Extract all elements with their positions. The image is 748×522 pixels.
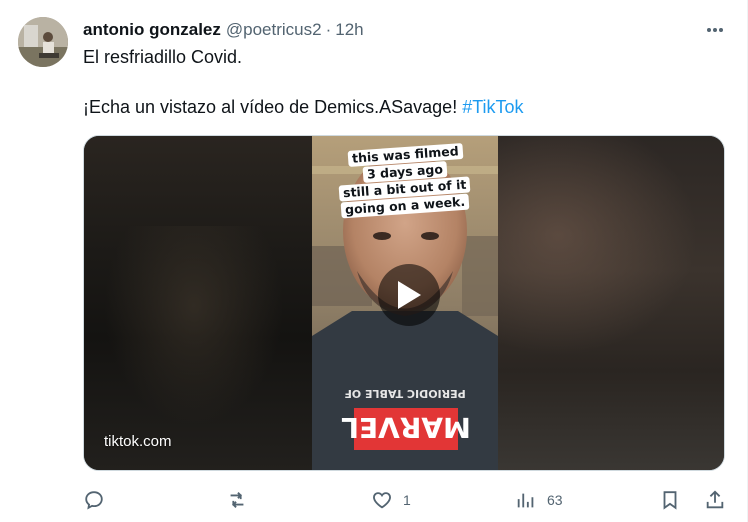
repost-icon	[230, 492, 244, 508]
tweet-text-line-1: El resfriadillo Covid.	[83, 47, 243, 67]
separator-dot: ·	[325, 20, 332, 39]
views-count: 63	[547, 492, 563, 508]
share-button[interactable]	[704, 488, 726, 512]
tweet-text-prefix: ¡Echa un vistazo al vídeo de Demics.ASav…	[83, 97, 463, 117]
hashtag-link[interactable]: #TikTok	[462, 97, 523, 117]
author-name[interactable]: antonio gonzalez	[83, 20, 221, 40]
video-caption: this was filmed 3 days ago still a bit o…	[312, 143, 498, 219]
bookmark-icon	[663, 491, 677, 510]
avatar[interactable]	[18, 17, 68, 67]
repost-button[interactable]	[226, 488, 248, 512]
tweet-text-line-2: ¡Echa un vistazo al vídeo de Demics.ASav…	[83, 97, 524, 118]
shirt-logo-text: MARVEL	[341, 411, 471, 444]
blurred-background-left	[84, 136, 312, 470]
source-label[interactable]: tiktok.com	[104, 433, 172, 450]
video-card[interactable]: PERIODIC TABLE OF MARVEL this was filmed…	[83, 135, 725, 471]
share-icon	[706, 490, 724, 509]
bookmark-button[interactable]	[659, 488, 681, 512]
timestamp[interactable]: 12h	[335, 20, 363, 40]
tweet-header: antonio gonzalez @poetricus2 · 12h	[83, 18, 364, 42]
play-icon[interactable]	[378, 264, 440, 326]
reply-icon	[85, 491, 103, 510]
action-bar: 1 63	[83, 488, 728, 512]
reply-button[interactable]	[83, 488, 105, 512]
heart-icon	[373, 492, 391, 509]
like-button[interactable]: 1	[371, 488, 411, 512]
like-count: 1	[403, 492, 411, 508]
blurred-background-right	[498, 136, 724, 470]
views-icon	[517, 493, 534, 508]
shirt-top-text: PERIODIC TABLE OF	[344, 387, 465, 400]
more-dots-icon[interactable]	[702, 20, 728, 40]
tweet-card[interactable]: antonio gonzalez @poetricus2 · 12h El re…	[0, 0, 748, 522]
views-button[interactable]: 63	[515, 488, 563, 512]
author-handle[interactable]: @poetricus2	[226, 20, 322, 40]
